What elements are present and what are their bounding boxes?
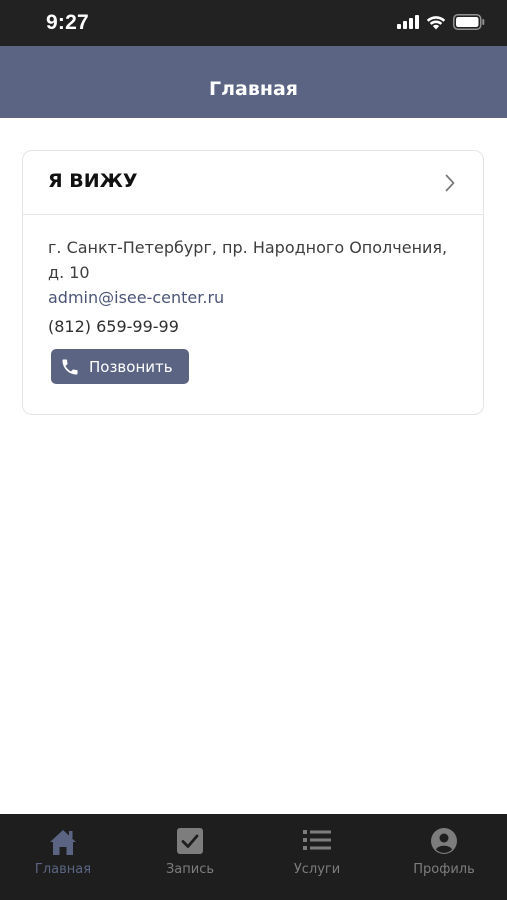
clinic-address: г. Санкт-Петербург, пр. Народного Ополче… [48, 238, 448, 282]
home-icon [50, 830, 76, 855]
list-icon [303, 830, 331, 850]
tab-bar: Главная Запись Услуги Профиль [0, 814, 507, 900]
tab-services[interactable]: Услуги [254, 814, 380, 900]
wifi-icon [426, 15, 446, 29]
status-icons [397, 14, 485, 30]
status-bar: 9:27 [0, 0, 507, 46]
clinic-phone: (812) 659-99-99 [48, 317, 179, 336]
checkbox-icon [177, 828, 203, 854]
clinic-email-link[interactable]: admin@isee-center.ru [48, 288, 224, 307]
tab-profile[interactable]: Профиль [381, 814, 507, 900]
profile-icon [431, 828, 457, 854]
call-button-label: Позвонить [89, 357, 173, 376]
tab-home-label: Главная [34, 862, 92, 877]
tab-profile-label: Профиль [413, 862, 475, 877]
tab-appointment-label: Запись [165, 862, 215, 877]
tab-services-label: Услуги [293, 862, 341, 877]
phone-icon [62, 359, 78, 374]
signal-icon [397, 15, 419, 29]
chevron-right-icon [445, 174, 455, 192]
battery-icon [453, 14, 485, 30]
call-button[interactable]: Позвонить [51, 349, 189, 384]
tab-home[interactable]: Главная [0, 814, 126, 900]
clinic-card-header[interactable]: Я ВИЖУ [23, 151, 483, 215]
clinic-card: Я ВИЖУ г. Санкт-Петербург, пр. Народного… [22, 150, 484, 415]
clinic-name: Я ВИЖУ [48, 170, 138, 192]
page-title: Главная [208, 78, 299, 100]
tab-appointment[interactable]: Запись [127, 814, 253, 900]
status-time: 9:27 [46, 11, 89, 34]
nav-bar: Главная [0, 46, 507, 118]
